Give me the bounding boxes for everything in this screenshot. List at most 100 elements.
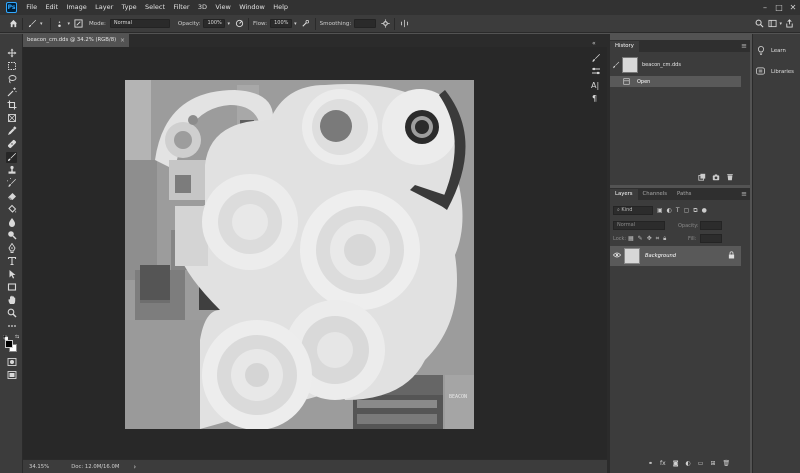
preset-dropdown-icon[interactable]: ▾ bbox=[40, 21, 43, 27]
layer-name[interactable]: Background bbox=[645, 253, 676, 259]
close-tab-icon[interactable]: × bbox=[120, 34, 125, 47]
opacity-dropdown-icon[interactable]: ▾ bbox=[227, 21, 230, 27]
pen-tool-icon[interactable] bbox=[6, 242, 17, 254]
layer-filter-kind[interactable]: ⌕ Kind bbox=[613, 206, 653, 215]
delete-layer-icon[interactable]: 🗑︎ bbox=[722, 460, 730, 468]
minimize-icon[interactable]: – bbox=[758, 0, 772, 15]
lock-transparent-pixels-icon[interactable]: ▦ bbox=[628, 234, 634, 243]
new-layer-icon[interactable]: ⊞ bbox=[710, 460, 715, 468]
smoothing-settings-icon[interactable] bbox=[380, 19, 390, 29]
color-swatches[interactable]: ⇆ bbox=[2, 335, 20, 352]
layers-panel-menu-icon[interactable]: ≡ bbox=[741, 189, 750, 200]
maximize-icon[interactable]: □ bbox=[772, 0, 786, 15]
brush-tool-preset-icon[interactable] bbox=[27, 19, 37, 29]
tab-history[interactable]: History bbox=[610, 41, 639, 52]
marquee-tool-icon[interactable] bbox=[6, 61, 17, 72]
brush-size-icon[interactable] bbox=[55, 19, 65, 29]
lock-position-icon[interactable]: ✥ bbox=[647, 234, 652, 243]
history-brush-tool-icon[interactable] bbox=[5, 176, 17, 189]
menu-type[interactable]: Type bbox=[117, 0, 140, 15]
home-icon[interactable] bbox=[8, 19, 18, 29]
foreground-color-swatch[interactable] bbox=[5, 340, 13, 348]
healing-brush-tool-icon[interactable] bbox=[6, 139, 17, 150]
snapshot-source-brush-icon[interactable] bbox=[612, 61, 620, 71]
menu-3d[interactable]: 3D bbox=[194, 0, 212, 15]
panel-menu-icon[interactable]: ≡ bbox=[741, 41, 750, 52]
clone-stamp-tool-icon[interactable] bbox=[6, 165, 17, 176]
type-tool-icon[interactable] bbox=[6, 256, 17, 267]
properties-panel-icon[interactable] bbox=[591, 66, 601, 78]
layer-fill-input[interactable] bbox=[700, 234, 722, 243]
move-tool-icon[interactable] bbox=[6, 48, 17, 59]
brush-panel-icon[interactable] bbox=[73, 19, 83, 29]
visibility-eye-icon[interactable] bbox=[612, 252, 622, 261]
symmetry-icon[interactable] bbox=[399, 19, 409, 29]
zoom-tool-icon[interactable] bbox=[6, 308, 17, 319]
history-snapshot[interactable]: beacon_cm.dds bbox=[610, 56, 750, 74]
airbrush-icon[interactable] bbox=[301, 19, 311, 29]
workspace-dropdown-icon[interactable]: ▾ bbox=[779, 21, 782, 27]
delete-state-icon[interactable] bbox=[726, 173, 734, 183]
document-canvas[interactable]: BEACON bbox=[125, 80, 474, 429]
crop-tool-icon[interactable] bbox=[6, 100, 17, 111]
screen-mode-icon[interactable] bbox=[6, 370, 17, 381]
history-state-row[interactable]: Open bbox=[610, 76, 741, 87]
share-icon[interactable] bbox=[784, 19, 794, 29]
frame-tool-icon[interactable] bbox=[6, 113, 17, 124]
collapse-panels-icon[interactable]: « bbox=[592, 40, 601, 49]
lock-artboard-icon[interactable]: ⌗ bbox=[656, 234, 659, 243]
menu-file[interactable]: File bbox=[22, 0, 41, 15]
document-tab[interactable]: beacon_cm.dds @ 34.2% (RGB/8) × bbox=[23, 34, 129, 47]
filter-shape-icon[interactable]: ▢ bbox=[684, 206, 690, 215]
adjustment-layer-icon[interactable]: ◐ bbox=[686, 460, 691, 468]
smoothing-input[interactable] bbox=[354, 19, 377, 28]
eraser-tool-icon[interactable] bbox=[6, 191, 17, 202]
dodge-tool-icon[interactable] bbox=[6, 230, 17, 241]
search-icon[interactable] bbox=[754, 19, 764, 29]
snapshot-camera-icon[interactable] bbox=[712, 173, 720, 183]
learn-panel-button[interactable]: Learn bbox=[755, 44, 799, 58]
more-tools-icon[interactable] bbox=[6, 321, 17, 332]
lock-image-pixels-icon[interactable]: ✎ bbox=[638, 234, 643, 243]
filter-toggle-icon[interactable]: ● bbox=[702, 206, 707, 215]
menu-filter[interactable]: Filter bbox=[169, 0, 193, 15]
lock-all-icon[interactable]: 🔒︎ bbox=[663, 234, 666, 243]
menu-select[interactable]: Select bbox=[141, 0, 169, 15]
libraries-panel-button[interactable]: Libraries bbox=[755, 65, 799, 79]
blend-mode-select[interactable]: Normal bbox=[613, 221, 665, 230]
add-mask-icon[interactable]: ◙ bbox=[673, 460, 679, 468]
flow-input[interactable]: 100% bbox=[270, 19, 293, 28]
link-layers-icon[interactable]: ⚭ bbox=[648, 460, 653, 468]
opacity-input[interactable]: 100% bbox=[203, 19, 226, 28]
filter-adjustment-icon[interactable]: ◐ bbox=[667, 206, 672, 215]
hand-tool-icon[interactable] bbox=[6, 295, 17, 306]
new-document-from-state-icon[interactable] bbox=[698, 173, 706, 183]
filter-smart-object-icon[interactable]: ⧉ bbox=[693, 206, 697, 215]
menu-view[interactable]: View bbox=[211, 0, 235, 15]
new-group-icon[interactable]: ▭ bbox=[698, 460, 704, 468]
menu-edit[interactable]: Edit bbox=[41, 0, 62, 15]
layer-row-background[interactable]: Background bbox=[610, 246, 741, 266]
lasso-tool-icon[interactable] bbox=[6, 74, 17, 85]
flow-dropdown-icon[interactable]: ▾ bbox=[294, 21, 297, 27]
eyedropper-tool-icon[interactable] bbox=[6, 126, 17, 137]
layer-style-fx-icon[interactable]: fx bbox=[660, 460, 666, 468]
tab-channels[interactable]: Channels bbox=[638, 189, 673, 200]
workspace-icon[interactable] bbox=[767, 19, 777, 29]
path-selection-tool-icon[interactable] bbox=[6, 269, 17, 280]
paragraph-panel-icon[interactable]: ¶ bbox=[592, 94, 597, 104]
status-more-arrow-icon[interactable]: › bbox=[133, 463, 136, 471]
photoshop-logo-icon[interactable]: Ps bbox=[6, 2, 17, 13]
brush-size-dropdown-icon[interactable]: ▾ bbox=[68, 21, 71, 27]
zoom-level[interactable]: 34.15% bbox=[29, 464, 49, 470]
close-window-icon[interactable]: ✕ bbox=[786, 0, 800, 15]
brush-tool-icon[interactable] bbox=[6, 152, 17, 163]
menu-layer[interactable]: Layer bbox=[91, 0, 118, 15]
blur-tool-icon[interactable] bbox=[6, 217, 17, 228]
magic-wand-tool-icon[interactable] bbox=[6, 87, 17, 98]
menu-image[interactable]: Image bbox=[62, 0, 91, 15]
swap-colors-icon[interactable]: ⇆ bbox=[15, 335, 20, 340]
quick-mask-icon[interactable] bbox=[6, 357, 17, 368]
filter-type-icon[interactable]: T bbox=[676, 206, 680, 215]
paint-bucket-tool-icon[interactable] bbox=[6, 204, 17, 215]
